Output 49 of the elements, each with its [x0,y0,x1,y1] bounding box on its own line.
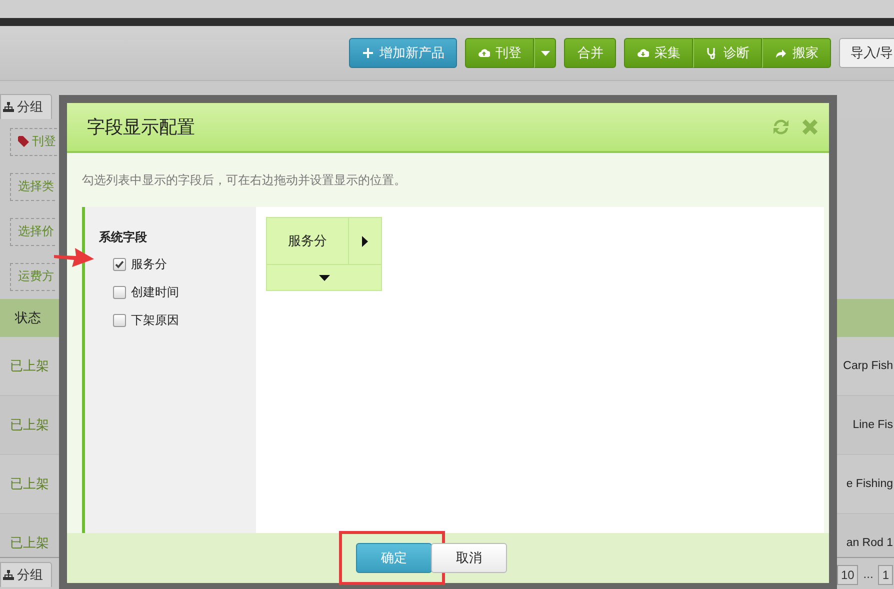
filter-chip[interactable]: 运费方 [10,262,55,290]
toolbar-button[interactable]: 合并 [564,38,616,68]
cloud-download-icon [637,47,650,59]
column-header: 状态 [15,309,41,327]
checkbox-label: 服务分 [131,256,167,272]
toolbar-button[interactable]: 采集 [624,38,694,68]
checkbox-label: 下架原因 [131,312,179,328]
table-cell: an Rod 1 [846,537,894,549]
table-cell-text: 已上架 [9,357,49,375]
filter-chip[interactable]: 刊登 [10,128,57,156]
down-arrow-icon[interactable] [318,274,330,280]
table-cell-text: 已上架 [9,534,49,552]
checkbox[interactable] [113,286,126,298]
checkbox-label: 创建时间 [131,284,179,300]
checkbox[interactable] [113,258,126,270]
hierarchy-icon [3,102,14,112]
group-tab[interactable]: 分组 [0,94,52,119]
page-link[interactable]: 1 [878,564,893,584]
filter-chip[interactable]: 选择价 [10,218,55,246]
dialog-title: 字段显示配置 [87,116,195,139]
dialog-button[interactable]: 取消 [431,543,507,573]
tile-label: 服务分 [287,232,328,250]
toolbar-button[interactable]: 搬家 [762,38,832,68]
page-link[interactable]: 10 [836,564,858,584]
toolbar-button[interactable]: 诊断 [693,38,762,68]
dialog-description: 勾选列表中显示的字段后，可在右边拖动并设置显示的位置。 [81,172,407,188]
table-cell-text: 已上架 [9,475,49,493]
curved-arrow-icon [775,47,788,59]
toolbar-button[interactable]: 刊登 [465,38,534,68]
ellipsis: ... [862,566,874,582]
filter-chip[interactable]: 选择类 [10,172,55,200]
pointer-arrow-icon [52,246,96,268]
table-cell-text: 已上架 [9,416,49,434]
hierarchy-icon [3,570,14,580]
table-cell: Carp Fish [843,360,894,372]
checkbox[interactable] [113,314,126,326]
plus-icon [362,47,374,59]
tag-icon [18,136,29,147]
section-title: 系统字段 [99,229,148,246]
toolbar-button[interactable]: 导入/导 [839,38,894,68]
right-arrow-icon[interactable] [362,236,368,246]
dialog-button[interactable]: 确定 [356,543,432,573]
caret-icon [540,50,550,56]
dropdown-button[interactable] [534,38,556,68]
toolbar-button[interactable]: 增加新产品 [349,38,458,68]
cloud-upload-icon [478,47,490,59]
group-tab[interactable]: 分组 [0,562,52,587]
table-cell: Line Fis [852,419,894,431]
table-cell: e Fishing [846,478,894,490]
